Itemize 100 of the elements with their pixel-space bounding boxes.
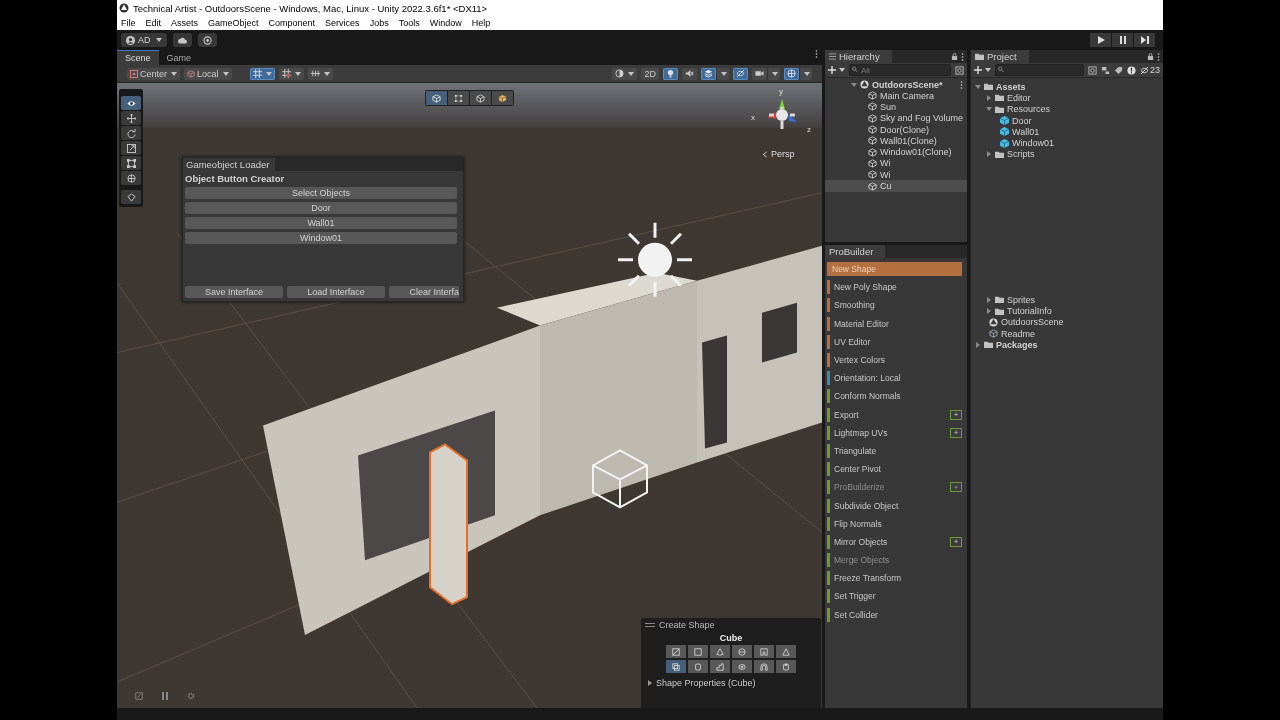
menu-item[interactable]: GameObject: [208, 18, 259, 28]
tree-item[interactable]: TutorialInfo: [1007, 306, 1052, 316]
collab-button[interactable]: [197, 33, 217, 47]
tree-item[interactable]: Window01: [1012, 138, 1055, 149]
hierarchy-item[interactable]: Sun: [825, 101, 967, 113]
expand-arrow-icon[interactable]: [986, 94, 992, 101]
tool-button[interactable]: Subdivide Object: [827, 498, 962, 513]
tool-button[interactable]: Export: [827, 407, 946, 422]
interface-button[interactable]: Clear Interfa: [389, 286, 459, 298]
tab[interactable]: Game: [158, 50, 200, 65]
effects-toggle[interactable]: [701, 67, 716, 80]
hierarchy-item[interactable]: Wi: [825, 169, 967, 181]
edit-icon[interactable]: [135, 692, 143, 700]
hierarchy-item[interactable]: Wi: [825, 157, 967, 170]
more-options-icon[interactable]: [1157, 52, 1160, 61]
pause-button[interactable]: [1112, 33, 1133, 47]
dropdown-button[interactable]: [716, 67, 729, 80]
options-button[interactable]: +: [950, 409, 962, 420]
rotate-tool[interactable]: [121, 126, 141, 140]
rect-tool[interactable]: [121, 156, 141, 170]
hierarchy-item[interactable]: Cu: [825, 180, 967, 192]
expand-arrow-icon[interactable]: [986, 296, 992, 303]
search-field[interactable]: All: [849, 64, 951, 76]
dropdown-button[interactable]: [799, 67, 812, 80]
tree-item[interactable]: Sprites: [1007, 294, 1035, 305]
menu-item[interactable]: File: [121, 18, 136, 28]
camera-toggle[interactable]: [752, 67, 767, 80]
menu-item[interactable]: Component: [268, 18, 316, 28]
menu-item[interactable]: Help: [471, 18, 491, 28]
tool-button[interactable]: Flip Normals: [827, 516, 962, 531]
panel-tab[interactable]: ProBuilder: [825, 245, 886, 258]
hierarchy-item[interactable]: Door(Clone): [825, 123, 967, 136]
tree-item[interactable]: Assets: [996, 81, 1026, 92]
plane-shape-button[interactable]: [666, 645, 686, 658]
hidden-toggle[interactable]: [733, 67, 748, 80]
step-button[interactable]: [1134, 33, 1155, 47]
menu-item[interactable]: Services: [325, 18, 360, 28]
tree-item[interactable]: OutdoorsScene: [1001, 317, 1064, 328]
door-shape-button[interactable]: [754, 645, 774, 658]
object-button[interactable]: Select Objects: [185, 187, 457, 199]
more-options-icon[interactable]: [960, 80, 963, 89]
interface-button[interactable]: Save Interface: [185, 286, 283, 298]
play-button[interactable]: [1090, 33, 1111, 47]
expand-arrow-icon[interactable]: [975, 83, 981, 90]
foldout-label[interactable]: Shape Properties (Cube): [656, 678, 756, 688]
expand-arrow-icon[interactable]: [986, 106, 992, 113]
expand-arrow-icon[interactable]: [647, 680, 653, 686]
stairs-shape-button[interactable]: [710, 660, 730, 673]
tool-button[interactable]: Material Editor: [827, 316, 962, 331]
more-options-icon[interactable]: [815, 50, 818, 58]
tool-button[interactable]: New Poly Shape: [827, 280, 962, 295]
face-mode-button[interactable]: [492, 91, 513, 105]
menu-item[interactable]: Tools: [398, 18, 420, 28]
pipe-shape-button[interactable]: [776, 660, 796, 673]
expand-arrow-icon[interactable]: [851, 81, 857, 88]
object-button[interactable]: Door: [185, 202, 457, 214]
pivot-dropdown[interactable]: Center: [127, 67, 180, 80]
tool-button[interactable]: Orientation: Local: [827, 371, 962, 386]
options-button[interactable]: +: [950, 536, 962, 547]
audio-toggle[interactable]: [682, 67, 697, 80]
lock-icon[interactable]: [1147, 53, 1154, 60]
search-options-icon[interactable]: [1088, 65, 1097, 75]
pause-icon[interactable]: [161, 692, 169, 700]
transform-tool[interactable]: [121, 171, 141, 185]
cloud-button[interactable]: [172, 33, 192, 47]
quad-shape-button[interactable]: [688, 645, 708, 658]
menu-item[interactable]: Window: [429, 18, 462, 28]
tool-button[interactable]: Conform Normals: [827, 389, 962, 404]
tool-button[interactable]: Vertex Colors: [827, 353, 962, 368]
cone-shape-button[interactable]: [710, 645, 730, 658]
tool-button[interactable]: UV Editor: [827, 334, 962, 349]
tool-button[interactable]: Set Trigger: [827, 589, 962, 604]
space-dropdown[interactable]: Local: [184, 67, 232, 80]
tree-item[interactable]: Scripts: [1007, 149, 1035, 160]
hierarchy-item[interactable]: Window01(Clone): [825, 146, 967, 158]
tool-button[interactable]: Center Pivot: [827, 462, 962, 477]
tool-button[interactable]: Mirror Objects: [827, 534, 946, 549]
edge-mode-button[interactable]: [470, 91, 491, 105]
account-button[interactable]: AD: [121, 33, 167, 47]
hierarchy-item[interactable]: Sky and Fog Volume: [825, 112, 967, 124]
view-tool[interactable]: [121, 96, 141, 110]
tree-item[interactable]: Editor: [1007, 92, 1031, 103]
tool-button[interactable]: Smoothing: [827, 298, 962, 313]
gear-icon[interactable]: [187, 692, 195, 700]
shading-mode-dropdown[interactable]: [612, 67, 638, 80]
projection-toggle[interactable]: Persp: [762, 149, 795, 159]
tool-button[interactable]: Lightmap UVs: [827, 425, 946, 440]
menu-item[interactable]: Jobs: [369, 18, 389, 28]
grid-snap-dropdown[interactable]: [249, 67, 275, 80]
object-mode-button[interactable]: [426, 91, 447, 105]
torus-shape-button[interactable]: [732, 660, 752, 673]
interface-button[interactable]: Load Interface: [287, 286, 385, 298]
tool-button[interactable]: Freeze Transform: [827, 571, 962, 586]
scale-tool[interactable]: [121, 141, 141, 155]
sphere-shape-button[interactable]: [732, 645, 752, 658]
expand-arrow-icon[interactable]: [986, 308, 992, 314]
tag-icon[interactable]: [1114, 65, 1123, 75]
options-button[interactable]: +: [950, 427, 962, 438]
cylinder-shape-button[interactable]: [688, 660, 708, 673]
menu-item[interactable]: Assets: [171, 18, 199, 28]
